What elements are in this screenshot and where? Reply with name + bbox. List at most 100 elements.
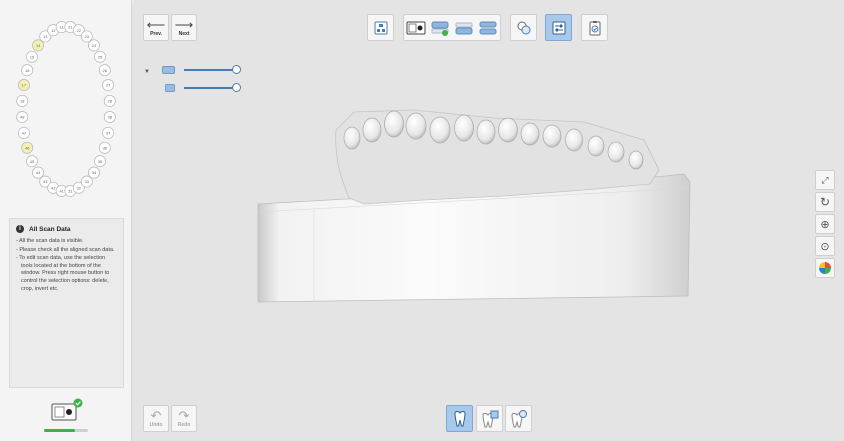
info-item: - All the scan data is visible. bbox=[16, 238, 84, 244]
model-tooth bbox=[429, 116, 451, 144]
checklist-button[interactable] bbox=[581, 14, 608, 41]
tooth-37[interactable]: 37 bbox=[102, 126, 115, 139]
collapse-triangle-icon[interactable]: ▼ bbox=[144, 69, 150, 75]
svg-text:37: 37 bbox=[106, 130, 111, 135]
data-settings-button[interactable] bbox=[545, 14, 572, 41]
lower-layer-icon[interactable] bbox=[165, 84, 175, 92]
color-mode-button[interactable] bbox=[815, 258, 835, 278]
model-tooth bbox=[384, 110, 404, 138]
model-tooth bbox=[476, 119, 496, 145]
svg-text:18: 18 bbox=[20, 99, 25, 104]
zoom-button[interactable]: ⊙ bbox=[815, 236, 835, 256]
tooth-38[interactable]: 38 bbox=[103, 111, 116, 124]
lower-opacity-track[interactable] bbox=[184, 87, 236, 89]
lower-jaw-icon bbox=[455, 22, 473, 34]
svg-text:47: 47 bbox=[22, 130, 27, 135]
zoom-in-button[interactable]: ⊕ bbox=[815, 214, 835, 234]
dental-scan-model[interactable] bbox=[254, 100, 694, 305]
model-tooth bbox=[520, 122, 540, 146]
zoom-in-icon: ⊕ bbox=[820, 218, 830, 231]
svg-text:38: 38 bbox=[108, 115, 113, 120]
info-box: i All Scan Data - All the scan data is v… bbox=[9, 218, 124, 388]
svg-text:21: 21 bbox=[68, 25, 73, 30]
upper-opacity-track[interactable] bbox=[184, 69, 236, 71]
svg-text:23: 23 bbox=[85, 34, 90, 39]
tooth-25[interactable]: 25 bbox=[94, 50, 106, 63]
upper-layer-icon[interactable] bbox=[162, 66, 175, 74]
tooth-34[interactable]: 34 bbox=[87, 166, 100, 179]
tooth-chart[interactable]: 1817161514131211 212223242526272848474645… bbox=[10, 16, 122, 202]
prev-button[interactable]: ⟵ Prev. bbox=[143, 14, 169, 41]
tooth-17[interactable]: 17 bbox=[17, 79, 30, 92]
tooth-35[interactable]: 35 bbox=[94, 155, 106, 168]
redo-label: Redo bbox=[177, 421, 191, 428]
svg-text:34: 34 bbox=[92, 170, 97, 175]
svg-text:24: 24 bbox=[92, 43, 97, 48]
info-item: - To edit scan data, use the selection t… bbox=[16, 255, 110, 292]
tooth-auto-button[interactable] bbox=[505, 405, 532, 432]
next-button[interactable]: ⟶ Next bbox=[171, 14, 197, 41]
tooth-28[interactable]: 28 bbox=[103, 94, 116, 107]
tooth-23[interactable]: 23 bbox=[80, 30, 93, 43]
model-tooth bbox=[362, 117, 382, 143]
undo-button[interactable]: ↶ Undo bbox=[143, 405, 169, 432]
scanner-status-icon bbox=[51, 398, 83, 421]
upper-opacity-row bbox=[162, 65, 242, 75]
lower-jaw-button[interactable] bbox=[452, 15, 476, 40]
tooth-44[interactable]: 44 bbox=[32, 166, 45, 179]
lower-opacity-knob[interactable] bbox=[232, 83, 241, 92]
tooth-16[interactable]: 16 bbox=[21, 64, 34, 77]
svg-text:43: 43 bbox=[43, 179, 48, 184]
occlusion-icon bbox=[479, 21, 497, 34]
tooth-15[interactable]: 15 bbox=[26, 50, 38, 63]
svg-text:16: 16 bbox=[25, 68, 30, 73]
alignment-button[interactable] bbox=[510, 14, 537, 41]
scan-mode-group bbox=[403, 14, 501, 41]
svg-text:26: 26 bbox=[103, 68, 108, 73]
redo-button[interactable]: ↷ Redo bbox=[171, 405, 197, 432]
alignment-icon bbox=[517, 21, 530, 34]
tooth-auto-icon bbox=[510, 409, 527, 427]
tooth-26[interactable]: 26 bbox=[98, 64, 111, 77]
tooth-27[interactable]: 27 bbox=[102, 79, 115, 92]
scan-stage-button[interactable] bbox=[367, 14, 394, 41]
tooth-select-button[interactable] bbox=[446, 405, 473, 432]
undo-label: Undo bbox=[149, 421, 163, 428]
svg-text:35: 35 bbox=[98, 159, 103, 164]
tooth-45[interactable]: 45 bbox=[26, 155, 38, 168]
upper-jaw-button[interactable] bbox=[428, 15, 452, 40]
occlusion-button[interactable] bbox=[476, 15, 500, 40]
tooth-48[interactable]: 48 bbox=[16, 111, 29, 124]
left-panel: 18 17 16 15 14 13 12 11 21 22 23 24 25 26 27 28 48 47 46 45… bbox=[0, 0, 132, 441]
svg-text:46: 46 bbox=[25, 145, 30, 150]
tooth-33[interactable]: 33 bbox=[80, 175, 93, 188]
tooth-36[interactable]: 36 bbox=[98, 141, 111, 154]
fit-view-button[interactable]: ⤢ bbox=[815, 170, 835, 190]
data-settings-icon bbox=[552, 21, 565, 34]
fit-icon: ⤢ bbox=[821, 174, 829, 185]
scanner-view-button[interactable] bbox=[404, 15, 428, 40]
svg-text:31: 31 bbox=[68, 189, 73, 194]
tooth-47[interactable]: 47 bbox=[17, 126, 30, 139]
tooth-14[interactable]: 14 bbox=[32, 39, 45, 52]
info-item: - Please check all the aligned scan data… bbox=[16, 246, 115, 253]
svg-text:42: 42 bbox=[51, 185, 56, 190]
lower-opacity-row bbox=[162, 83, 242, 93]
svg-text:27: 27 bbox=[106, 83, 111, 88]
reset-view-button[interactable]: ↻ bbox=[815, 192, 835, 212]
svg-text:36: 36 bbox=[103, 145, 108, 150]
reset-view-icon: ↻ bbox=[819, 195, 831, 209]
view-tools: ⤢ ↻ ⊕ ⊙ bbox=[815, 170, 835, 280]
tooth-18[interactable]: 18 bbox=[16, 94, 29, 107]
tooth-select-icon bbox=[453, 410, 466, 426]
svg-text:45: 45 bbox=[30, 159, 35, 164]
tooth-24[interactable]: 24 bbox=[87, 39, 100, 52]
svg-text:12: 12 bbox=[51, 28, 56, 33]
tooth-edit-button[interactable] bbox=[476, 405, 503, 432]
svg-text:25: 25 bbox=[98, 54, 103, 59]
upper-opacity-knob[interactable] bbox=[232, 65, 241, 74]
tooth-46[interactable]: 46 bbox=[21, 141, 34, 154]
svg-text:14: 14 bbox=[36, 43, 41, 48]
model-tooth bbox=[405, 112, 427, 140]
checklist-icon bbox=[589, 20, 600, 35]
